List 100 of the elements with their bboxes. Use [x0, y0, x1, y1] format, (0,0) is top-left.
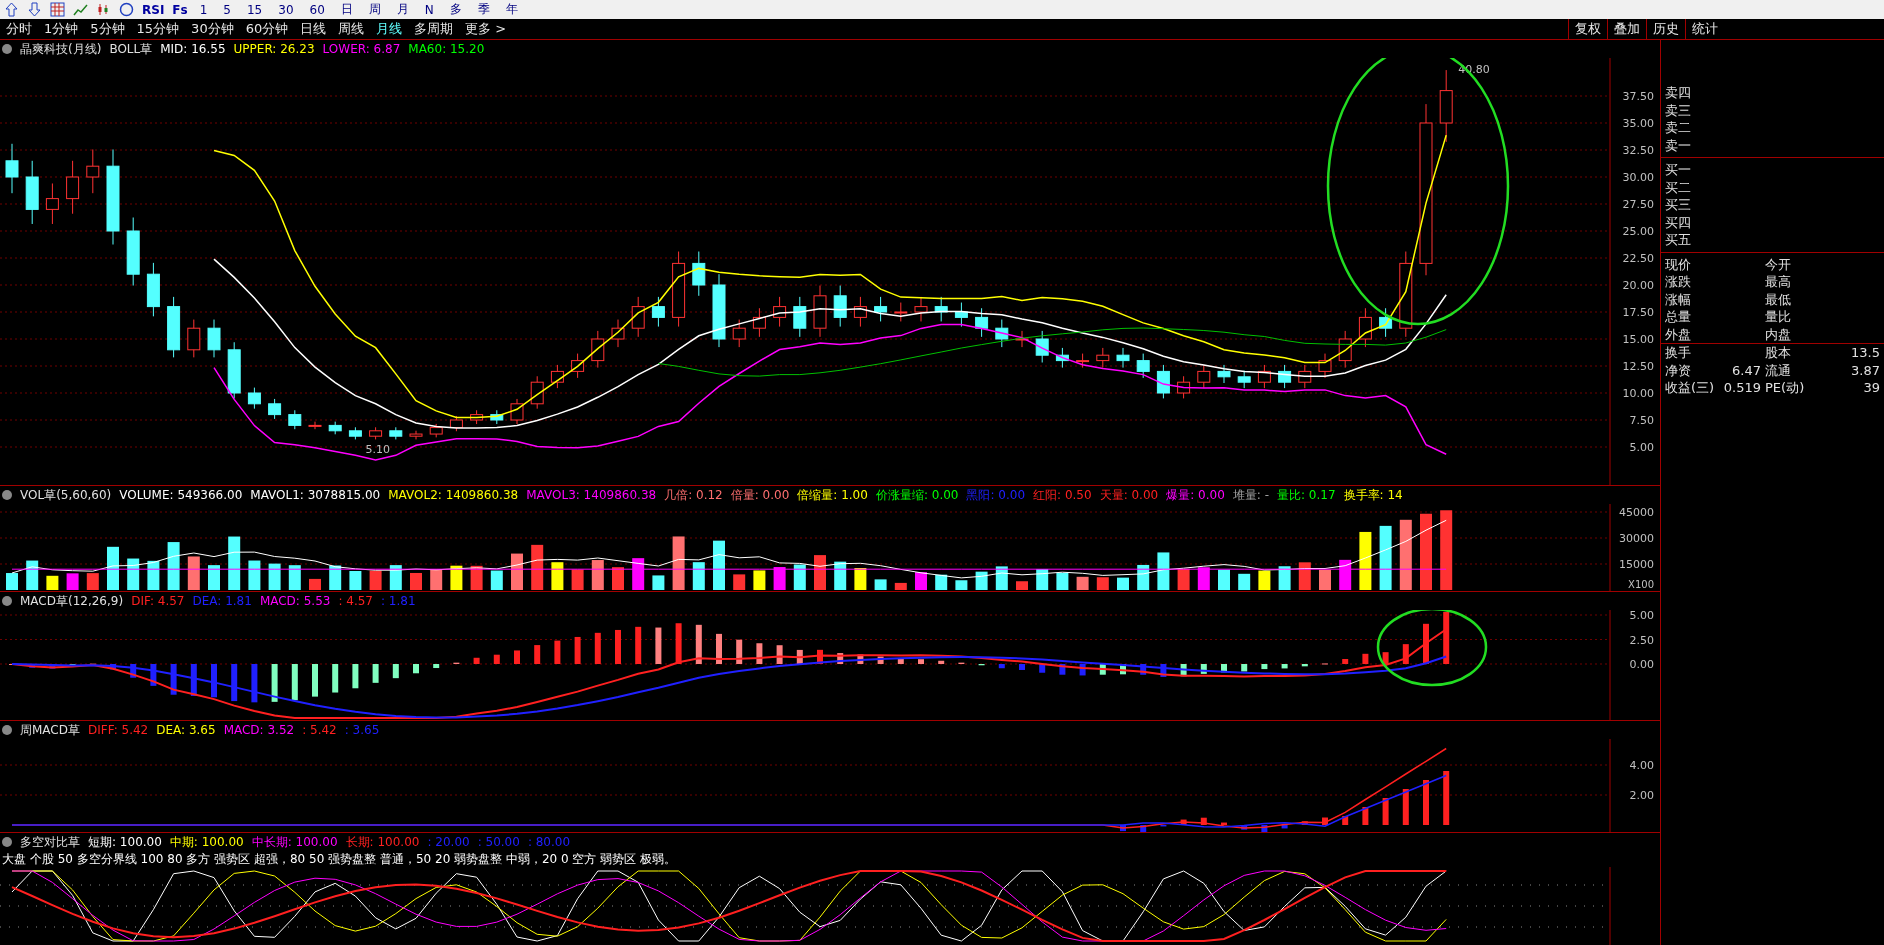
- indicator-value: : 1.81: [381, 594, 416, 608]
- period-button[interactable]: 15: [243, 2, 267, 17]
- indicator-value: 黑阳: 0.00: [966, 486, 1026, 504]
- quote-label: 涨跌: [1665, 273, 1692, 291]
- indicator-value: 堆量: -: [1232, 486, 1269, 504]
- indicator-value: MACD: 5.53: [259, 594, 331, 608]
- order-book-label: 卖四: [1664, 84, 1692, 102]
- indicator-value: 量比: 0.17: [1276, 486, 1336, 504]
- axis-label: 5.00: [1629, 610, 1654, 622]
- axis-label: 30.00: [1622, 171, 1654, 184]
- legend-note: 大盘 个股 50 多空分界线 100 80 多方 强势区 超强，80 50 强势盘整 普通，50 20 弱势盘整 中弱，20 0 空方 弱势区 极弱。: [1, 851, 678, 867]
- indicator-value: 中期: 100.00: [169, 833, 244, 851]
- indicator-value: MACD: 3.52: [223, 723, 295, 737]
- quote-label: 换手: [1665, 344, 1692, 362]
- period-button[interactable]: N: [420, 2, 438, 17]
- toolbar-label[interactable]: Fs: [172, 2, 188, 17]
- period-button[interactable]: 月: [392, 1, 413, 18]
- quote-label: 外盘: [1665, 325, 1692, 343]
- axis-label: 35.00: [1622, 117, 1654, 130]
- chart-tab[interactable]: 统计: [1685, 19, 1724, 39]
- quote-label: 内盘: [1765, 325, 1792, 343]
- period-tab[interactable]: 分时: [0, 20, 38, 38]
- indicator-value: 天量: 0.00: [1099, 486, 1159, 504]
- axis-label: 10.00: [1622, 387, 1654, 400]
- axis-label: 15000: [1619, 558, 1654, 571]
- chart-tab[interactable]: 复权: [1568, 19, 1607, 39]
- indicator-name: BOLL草: [109, 40, 153, 58]
- period-tab[interactable]: 周线: [332, 20, 371, 38]
- indicator-value: UPPER: 26.23: [233, 42, 315, 56]
- quote-label: 股本: [1765, 344, 1792, 362]
- axis-label: 25.00: [1622, 225, 1654, 238]
- indicator-value: 红阳: 0.50: [1033, 486, 1092, 504]
- indicator-value: LOWER: 6.87: [322, 42, 401, 56]
- period-button[interactable]: 多: [445, 1, 466, 18]
- axis-label: 27.50: [1622, 198, 1654, 211]
- axis-label: 37.50: [1622, 90, 1654, 103]
- period-tab[interactable]: 多周期: [408, 20, 460, 38]
- period-tab[interactable]: 月线: [370, 20, 409, 38]
- period-button[interactable]: 30: [274, 2, 298, 17]
- indicator-value: 倍量: 0.00: [730, 486, 790, 504]
- stock-name: 晶爽科技(月线): [20, 40, 102, 58]
- volume-unit-label: X100: [1628, 579, 1654, 590]
- quote-label: 今开: [1765, 255, 1792, 273]
- axis-label: 2.50: [1629, 633, 1654, 647]
- axis-label: 15.00: [1622, 333, 1654, 346]
- indicator-value: DIF: 4.57: [131, 594, 185, 608]
- axis-label: 30000: [1619, 532, 1654, 545]
- quote-label: 总量: [1665, 308, 1692, 326]
- period-tab[interactable]: 30分钟: [185, 20, 240, 38]
- indicator-value: : 50.00: [477, 835, 520, 849]
- order-book-label: 卖一: [1664, 136, 1692, 154]
- quote-label: 最高: [1765, 273, 1792, 291]
- order-book-label: 买四: [1664, 213, 1692, 231]
- period-button[interactable]: 日: [336, 1, 357, 18]
- low-price-label: 5.10: [365, 443, 391, 457]
- axis-label: 22.50: [1622, 252, 1654, 265]
- period-tab[interactable]: 15分钟: [130, 20, 186, 38]
- period-tab[interactable]: 更多 >: [459, 20, 513, 38]
- chart-tab[interactable]: 历史: [1646, 19, 1685, 39]
- indicator-name: 周MACD草: [20, 721, 80, 739]
- period-button[interactable]: 季: [473, 1, 494, 18]
- order-book-label: 买二: [1664, 178, 1692, 196]
- indicator-value: 价涨量缩: 0.00: [875, 486, 959, 504]
- period-button[interactable]: 周: [364, 1, 385, 18]
- quote-value: 39: [1863, 380, 1880, 395]
- order-book-label: 卖二: [1664, 119, 1692, 137]
- indicator-value: : 4.57: [338, 594, 373, 608]
- toolbar-label[interactable]: RSI: [142, 2, 165, 17]
- indicator-name: MACD草(12,26,9): [20, 592, 124, 610]
- quote-label: 流通: [1765, 361, 1792, 379]
- quote-value: 13.5: [1851, 345, 1880, 360]
- period-button[interactable]: 60: [305, 2, 329, 17]
- indicator-value: 倍缩量: 1.00: [797, 486, 868, 504]
- period-tab[interactable]: 60分钟: [239, 20, 295, 38]
- quote-label: PE(动): [1765, 379, 1806, 397]
- period-tab[interactable]: 5分钟: [84, 20, 131, 38]
- axis-label: 12.50: [1622, 360, 1654, 373]
- axis-label: 5.00: [1629, 441, 1654, 454]
- indicator-name: 多空对比草: [20, 833, 80, 851]
- period-button[interactable]: 1: [195, 2, 212, 17]
- axis-label: 20.00: [1622, 279, 1654, 292]
- indicator-value: : 3.65: [344, 723, 380, 737]
- indicator-value: : 5.42: [302, 723, 337, 737]
- period-tab[interactable]: 1分钟: [38, 20, 85, 38]
- indicator-value: DEA: 1.81: [192, 594, 252, 608]
- indicator-value: MAVOL1: 3078815.00: [250, 488, 381, 502]
- indicator-value: MAVOL2: 1409860.38: [388, 488, 519, 502]
- indicator-value: 爆量: 0.00: [1166, 486, 1225, 504]
- period-button[interactable]: 5: [219, 2, 235, 17]
- quote-value: 6.47: [1732, 362, 1761, 378]
- period-button[interactable]: 年: [501, 1, 522, 18]
- axis-label: 2.00: [1629, 789, 1654, 802]
- indicator-value: : 20.00: [427, 835, 470, 849]
- period-tab[interactable]: 日线: [294, 20, 333, 38]
- indicator-value: MA60: 15.20: [408, 42, 485, 56]
- indicator-value: 中长期: 100.00: [251, 833, 338, 851]
- chart-tab[interactable]: 叠加: [1607, 19, 1646, 39]
- indicator-name: VOL草(5,60,60): [20, 486, 112, 504]
- indicator-value: MAVOL3: 1409860.38: [526, 488, 657, 502]
- indicator-value: 几倍: 0.12: [664, 486, 723, 504]
